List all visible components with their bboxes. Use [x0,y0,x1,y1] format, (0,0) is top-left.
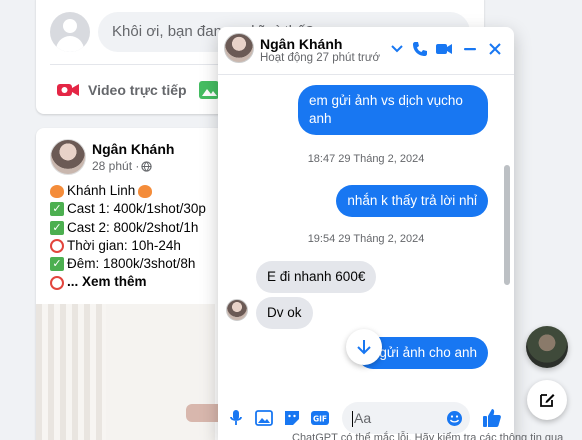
alarm-clock-icon [50,275,64,290]
photo-video-button[interactable] [198,76,220,104]
microphone-icon[interactable] [226,408,246,428]
chat-contact-status: Hoạt động 27 phút trướ [260,52,381,64]
alarm-clock-icon [50,239,64,254]
sender-avatar[interactable] [226,299,248,321]
compose-icon [540,394,555,407]
post-text: Khánh Linh ✓ Cast 1: 400k/1shot/30p ✓ Ca… [50,182,206,292]
gif-icon[interactable]: GIF [310,408,330,428]
message-timestamp: 18:47 29 Tháng 2, 2024 [307,153,425,165]
globe-icon [141,160,153,172]
phone-icon[interactable] [409,38,431,60]
post-line-text: Đêm: 1800k/3shot/8h [67,256,196,272]
live-video-label: Video trực tiếp [88,82,187,98]
close-icon[interactable] [484,38,506,60]
chat-header: Ngân Khánh Hoạt động 27 phút trướ [218,27,514,75]
chat-window: Ngân Khánh Hoạt động 27 phút trướ em gửi… [218,27,514,440]
see-more-link[interactable]: ... Xem thêm [67,273,147,291]
svg-text:GIF: GIF [313,415,327,424]
like-icon[interactable] [481,407,503,429]
check-icon: ✓ [50,220,64,235]
post-author-name[interactable]: Ngân Khánh [92,141,174,157]
post-line: ... Xem thêm [50,273,206,291]
post-line-text: Khánh Linh [67,183,136,198]
scrollbar[interactable] [504,165,510,285]
post-line-text: Cast 1: 400k/1shot/30p [67,201,206,217]
scroll-to-bottom-button[interactable] [346,329,382,365]
post-line: Thời gian: 10h-24h [50,237,206,255]
check-icon: ✓ [50,202,64,217]
post-time[interactable]: 28 phút · [92,159,139,173]
chevron-down-icon[interactable] [386,38,408,60]
message-bubble-out[interactable]: em gửi ảnh vs dịch vụcho anh [298,85,488,135]
video-call-icon[interactable] [433,38,455,60]
user-avatar[interactable] [50,12,90,52]
bottom-hint-text: ChatGPT có thể mắc lỗi. Hãy kiểm tra các… [292,432,564,440]
post-line: Khánh Linh [50,182,206,200]
chat-contact-avatar[interactable] [224,33,254,63]
message-input-placeholder: Aa [354,410,372,426]
message-bubble-in[interactable]: Dv ok [256,297,313,329]
video-camera-icon [57,84,79,96]
peach-icon [138,184,153,198]
photo-icon [199,81,219,99]
post-author-avatar[interactable] [50,139,86,175]
chat-contact-name[interactable]: Ngân Khánh [260,36,342,52]
sticker-icon[interactable] [282,408,302,428]
post-meta: 28 phút · [92,159,153,173]
emoji-icon[interactable] [446,410,468,432]
arrow-down-icon [357,340,371,355]
post-line: ✓ Đêm: 1800k/3shot/8h [50,255,206,273]
image-icon[interactable] [254,408,274,428]
photo-curtain [36,304,106,440]
minimize-icon[interactable] [459,38,481,60]
post-line-text: Cast 2: 800k/2shot/1h [67,219,199,235]
message-bubble-out[interactable]: nhắn k thấy trả lời nhỉ [336,185,488,217]
post-line-text: Thời gian: 10h-24h [67,237,181,253]
chat-head-avatar[interactable] [526,326,568,368]
peach-icon [50,184,64,198]
message-list[interactable]: em gửi ảnh vs dịch vụcho anh 18:47 29 Th… [218,75,514,400]
new-message-button[interactable] [527,380,567,420]
check-icon: ✓ [50,257,64,272]
post-line: ✓ Cast 2: 800k/2shot/1h [50,219,206,237]
post-line: ✓ Cast 1: 400k/1shot/30p [50,200,206,218]
live-video-button[interactable]: Video trực tiếp [56,76,187,104]
message-bubble-in[interactable]: E đi nhanh 600€ [256,261,377,293]
message-timestamp: 19:54 29 Tháng 2, 2024 [307,233,425,245]
